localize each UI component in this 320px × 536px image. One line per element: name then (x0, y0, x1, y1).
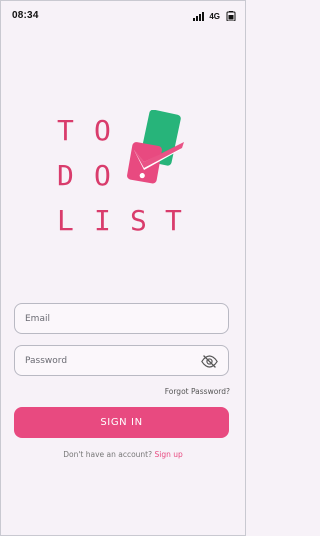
no-account-text: Don't have an account? (63, 450, 153, 459)
logo-letter-l: L (57, 204, 74, 237)
eye-off-icon[interactable] (201, 354, 218, 369)
logo-letter-t: T (57, 114, 74, 147)
status-time: 08:34 (12, 10, 39, 21)
logo-letter-i: I (94, 204, 111, 237)
password-field[interactable] (14, 345, 229, 376)
battery-icon (226, 11, 236, 21)
network-type: 4G (209, 11, 220, 21)
logo-letter-t2: T (165, 204, 182, 237)
password-input[interactable] (25, 346, 195, 375)
email-input[interactable] (25, 304, 195, 333)
logo-letter-d: D (57, 159, 74, 192)
forgot-password-link[interactable]: Forgot Password? (165, 387, 230, 396)
logo-letter-o: O (94, 114, 111, 147)
phone-check-icon (127, 110, 184, 184)
sign-in-button[interactable]: SIGN IN (14, 407, 229, 438)
sign-up-link[interactable]: Sign up (155, 450, 183, 459)
signup-prompt: Don't have an account? Sign up (0, 450, 246, 459)
email-field[interactable] (14, 303, 229, 334)
logo-letter-s: S (130, 204, 147, 237)
status-bar: 08:34 4G (0, 0, 246, 30)
signal-icon (193, 12, 205, 21)
logo-letter-o2: O (94, 159, 111, 192)
status-icons: 4G (193, 10, 238, 22)
